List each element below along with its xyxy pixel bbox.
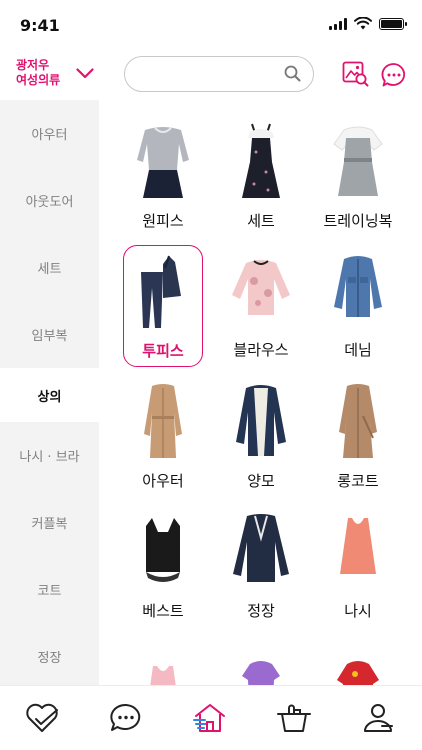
category-item[interactable]: 아우터 <box>123 376 203 498</box>
long-coat-image <box>323 382 393 460</box>
nav-wishlist[interactable] <box>22 700 62 736</box>
category-item[interactable]: 정장 <box>221 506 301 628</box>
home-icon <box>193 704 225 732</box>
heart-check-icon <box>26 703 58 732</box>
search-input[interactable] <box>139 63 279 85</box>
blazer-image <box>226 512 296 590</box>
wifi-icon <box>354 17 372 30</box>
category-item[interactable]: 트레이닝복 <box>318 116 398 238</box>
trench-coat-image <box>128 382 198 460</box>
category-item[interactable]: 블라우스 <box>221 245 301 367</box>
image-search-icon[interactable] <box>342 61 369 87</box>
sidebar-item-couple[interactable]: 커플복 <box>0 489 99 556</box>
blouse-image <box>226 251 296 329</box>
category-item[interactable] <box>221 638 301 685</box>
sidebar-item-coat[interactable]: 코트 <box>0 556 99 623</box>
sidebar-item-maternity[interactable]: 임부복 <box>0 301 99 368</box>
category-item[interactable]: 데님 <box>318 245 398 367</box>
nav-chat[interactable] <box>106 700 146 736</box>
status-time: 9:41 <box>20 16 60 35</box>
sidebar-item-suit[interactable]: 정장 <box>0 623 99 685</box>
tank-top-image <box>323 512 393 590</box>
category-item[interactable]: 나시 <box>318 506 398 628</box>
nav-profile[interactable] <box>358 700 398 736</box>
two-piece-suit-image <box>128 252 198 330</box>
chevron-down-icon[interactable] <box>76 68 94 79</box>
sidebar-item-set[interactable]: 세트 <box>0 234 99 301</box>
category-item[interactable]: 베스트 <box>123 506 203 628</box>
denim-jacket-image <box>323 251 393 329</box>
battery-icon <box>379 17 407 30</box>
search-icon[interactable] <box>284 65 301 82</box>
category-item[interactable]: 롱코트 <box>318 376 398 498</box>
category-sidebar: 아우터 아웃도어 세트 임부복 상의 나시 · 브라 커플복 코트 정장 <box>0 100 99 685</box>
nav-home[interactable] <box>190 700 230 736</box>
chat-bubble-icon <box>110 703 141 731</box>
sidebar-item-outer[interactable]: 아우터 <box>0 100 99 167</box>
location-label: 광저우 여성의류 <box>16 58 61 87</box>
floral-top-image <box>323 644 393 685</box>
wool-parka-image <box>226 382 296 460</box>
search-bar[interactable] <box>124 56 314 92</box>
message-icon[interactable] <box>381 62 407 88</box>
pink-tank-image <box>128 644 198 685</box>
floral-dress-image <box>226 122 296 200</box>
location-selector[interactable]: 광저우 여성의류 <box>16 58 60 88</box>
vest-image <box>128 512 198 590</box>
status-bar: 9:41 <box>0 0 422 50</box>
status-icons <box>329 17 407 30</box>
sidebar-item-outdoor[interactable]: 아웃도어 <box>0 167 99 234</box>
shopping-bag-icon <box>277 704 311 732</box>
nav-shop[interactable] <box>274 700 314 736</box>
category-item[interactable]: 세트 <box>221 116 301 238</box>
header: 광저우 여성의류 <box>0 50 422 100</box>
category-item[interactable] <box>318 638 398 685</box>
category-item[interactable] <box>123 638 203 685</box>
category-item[interactable]: 원피스 <box>123 116 203 238</box>
category-item-selected[interactable]: 투피스 <box>123 245 203 367</box>
category-grid: 원피스 세트 트레이닝복 투피스 블라우스 데님 아우터 양모 롱코트 베스트 … <box>99 100 422 685</box>
sidebar-item-tops[interactable]: 상의 <box>0 368 99 422</box>
signal-icon <box>329 17 347 30</box>
purple-top-image <box>226 644 296 685</box>
training-top-image <box>323 122 393 200</box>
profile-icon <box>364 704 393 732</box>
category-item[interactable]: 양모 <box>221 376 301 498</box>
bottom-navigation <box>0 685 422 750</box>
sidebar-item-sleeveless-bra[interactable]: 나시 · 브라 <box>0 422 99 489</box>
sweater-skirt-image <box>128 122 198 200</box>
